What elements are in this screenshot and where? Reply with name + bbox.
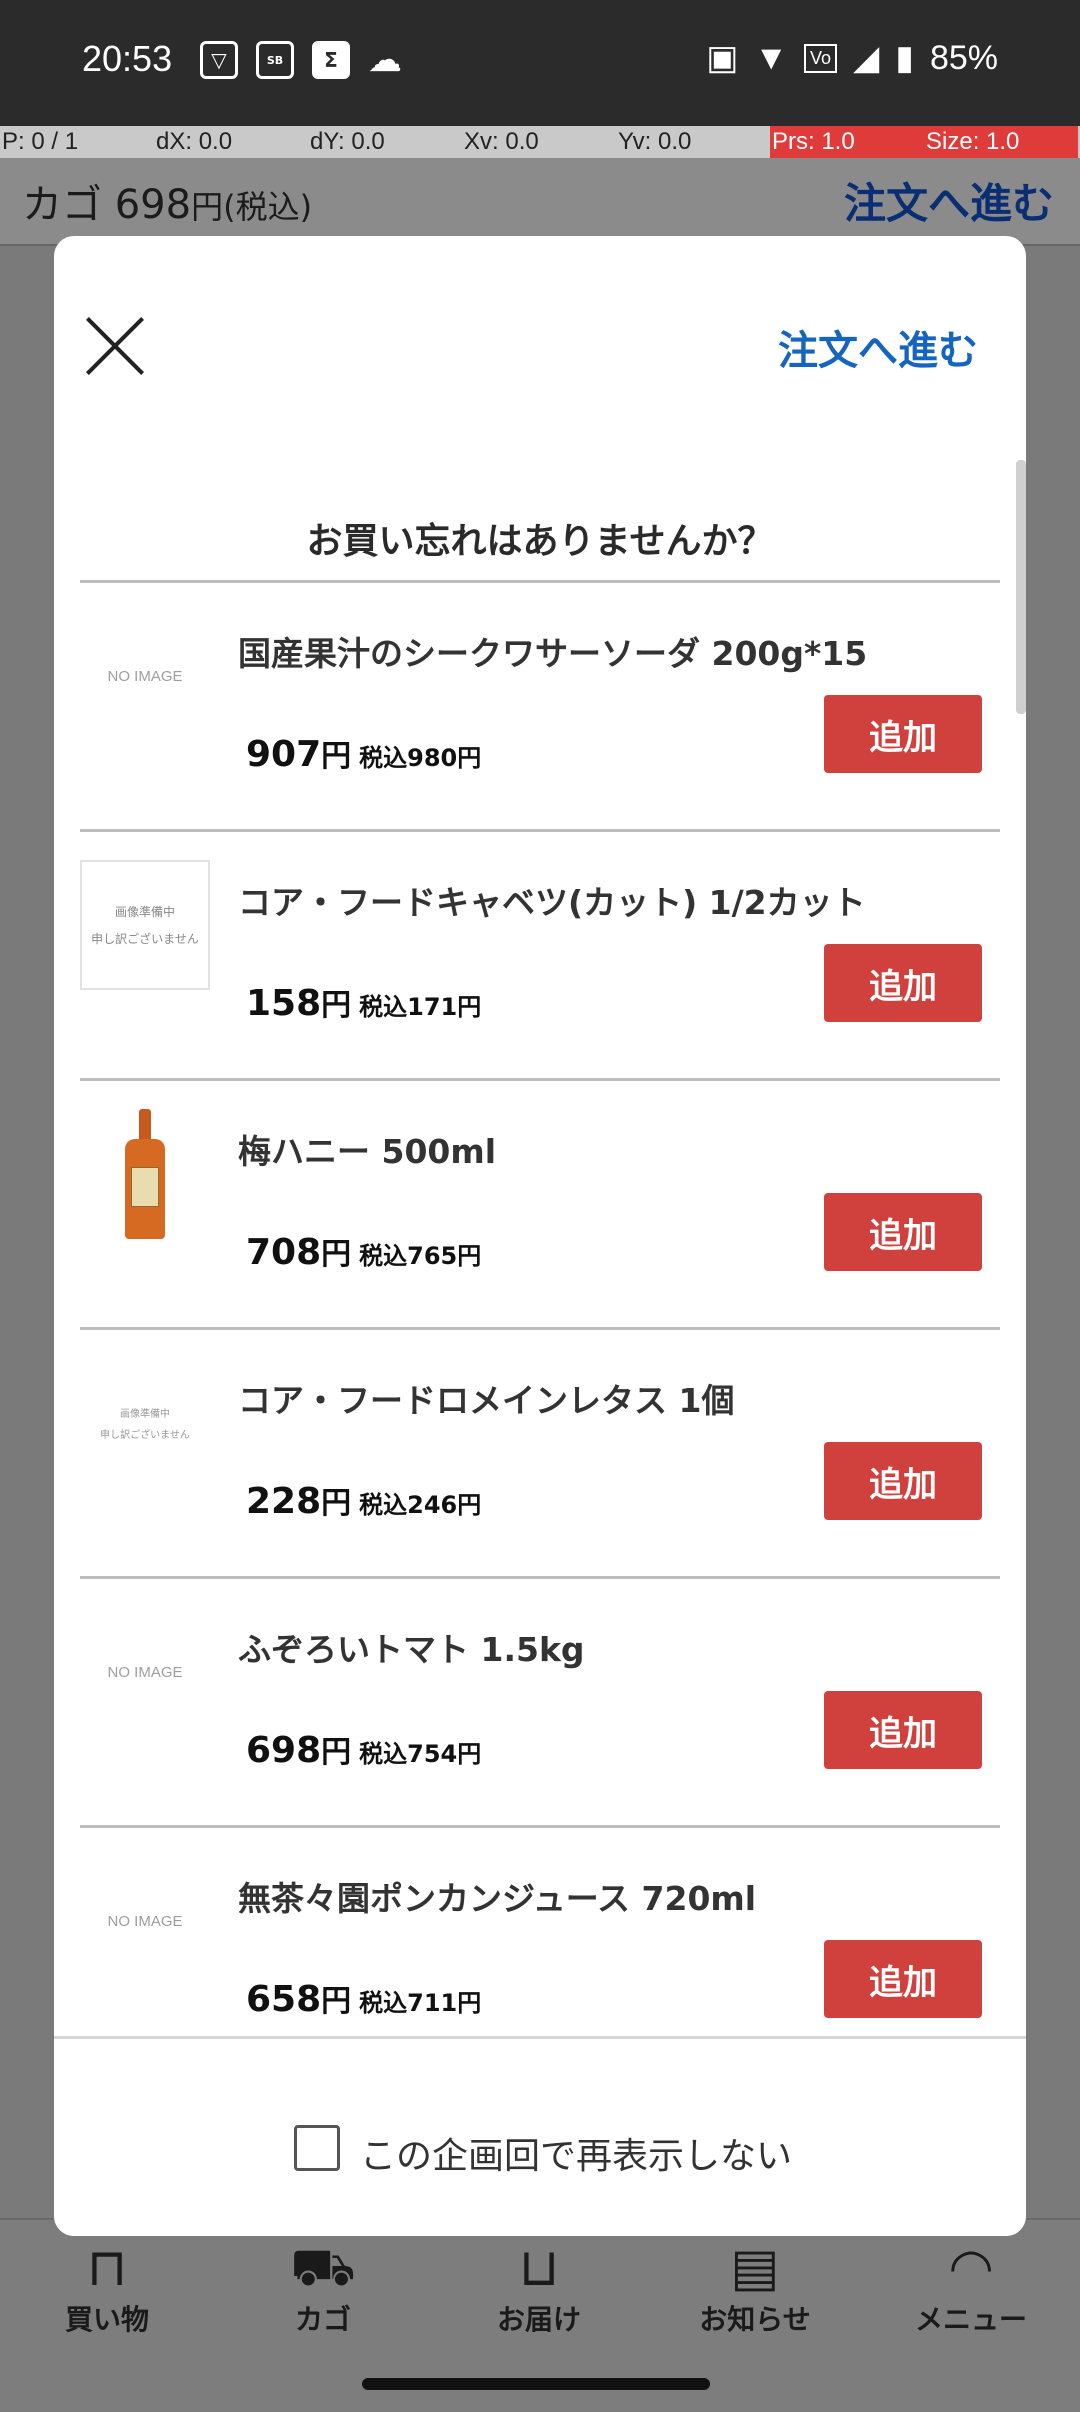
ptr-dy: dY: 0.0: [310, 128, 385, 155]
forgotten-items-dialog: 注文へ進む お買い忘れはありませんか？ NO IMAGE 国産果汁のシークワサー…: [54, 236, 1026, 2236]
signal-icon: ◢: [853, 39, 880, 77]
product-image: [80, 1109, 210, 1239]
product-name: ふぞろいトマト 1.5kg: [238, 1630, 585, 1669]
product-price: 698円 税込754円: [246, 1730, 482, 1771]
add-button[interactable]: 追加: [824, 1193, 982, 1271]
cloud-icon: ☁: [368, 40, 402, 80]
cart-summary-bar: カゴ 698円(税込) 注文へ進む: [0, 158, 1080, 246]
product-price: 658円 税込711円: [246, 1979, 482, 2020]
product-price: 158円 税込171円: [246, 983, 482, 1024]
product-price: 708円 税込765円: [246, 1232, 482, 1273]
list-item: 画像準備中 申し訳ございません コア・フードロメインレタス 1個 228円 税込2…: [80, 1330, 1000, 1579]
wifi-icon: ▼: [754, 38, 789, 77]
list-item: 画像準備中 申し訳ございません コア・フードキャベツ(カット) 1/2カット 1…: [80, 832, 1000, 1081]
sportsbull-icon: SB: [256, 41, 294, 79]
product-image: NO IMAGE: [107, 667, 183, 685]
ptr-yv: Yv: 0.0: [618, 128, 692, 155]
nav-cart[interactable]: ⛟ カゴ: [248, 2238, 398, 2338]
nav-notices[interactable]: ▤ お知らせ: [680, 2238, 830, 2338]
nav-menu[interactable]: ◠ メニュー: [896, 2238, 1046, 2338]
cart-total: カゴ 698円(税込): [22, 182, 313, 228]
product-price: 907円 税込980円: [246, 734, 482, 775]
add-button[interactable]: 追加: [824, 1691, 982, 1769]
product-image: NO IMAGE: [107, 1663, 183, 1681]
pointer-location-bar: P: 0 / 1 dX: 0.0 dY: 0.0 Xv: 0.0 Yv: 0.0…: [0, 126, 1080, 158]
product-name: 梅ハニー 500ml: [238, 1132, 497, 1171]
suggested-items-list: NO IMAGE 国産果汁のシークワサーソーダ 200g*15 907円 税込98…: [80, 583, 1000, 2077]
shopping-bag-icon: ⊓: [86, 2238, 128, 2298]
product-name: 無茶々園ポンカンジュース 720ml: [238, 1879, 757, 1918]
dont-show-again-checkbox[interactable]: [294, 2125, 340, 2171]
add-button[interactable]: 追加: [824, 695, 982, 773]
product-name: コア・フードキャベツ(カット) 1/2カット: [238, 883, 866, 922]
dont-show-again-label[interactable]: この企画回で再表示しない: [360, 2127, 792, 2179]
list-item: NO IMAGE ふぞろいトマト 1.5kg 698円 税込754円 追加: [80, 1579, 1000, 1828]
cart-icon: ⛟: [290, 2238, 356, 2298]
clock: 20:53: [82, 38, 173, 79]
list-item: 梅ハニー 500ml 708円 税込765円 追加: [80, 1081, 1000, 1330]
dialog-header: 注文へ進む: [54, 236, 1026, 456]
box-icon: ⊔: [518, 2238, 560, 2298]
document-icon: ▤: [730, 2238, 780, 2298]
product-image: 画像準備中 申し訳ございません: [80, 860, 210, 990]
close-icon[interactable]: [84, 316, 146, 378]
bottle-image: [125, 1109, 165, 1239]
ptr-size: Size: 1.0: [924, 126, 1078, 158]
home-indicator[interactable]: [362, 2378, 710, 2390]
product-image: NO IMAGE: [107, 1912, 183, 1930]
list-item: NO IMAGE 国産果汁のシークワサーソーダ 200g*15 907円 税込98…: [80, 583, 1000, 832]
battery-percent: 85%: [929, 38, 998, 77]
ptr-count: P: 0 / 1: [2, 128, 79, 155]
user-icon: ◠: [948, 2238, 994, 2298]
nav-shopping[interactable]: ⊓ 買い物: [32, 2238, 182, 2338]
vpn-icon: ▽: [200, 41, 238, 79]
dialog-title: お買い忘れはありませんか？: [306, 521, 774, 562]
product-name: コア・フードロメインレタス 1個: [238, 1381, 735, 1420]
product-image: 画像準備中 申し訳ございません: [100, 1409, 190, 1441]
dialog-footer: この企画回で再表示しない: [54, 2036, 1026, 2236]
notification-icons: ▽ SB Σ ☁: [200, 40, 402, 80]
product-name: 国産果汁のシークワサーソーダ 200g*15: [238, 634, 868, 673]
ptr-xv: Xv: 0.0: [464, 128, 539, 155]
status-bar: 20:53 ▽ SB Σ ☁ ▣ ▼ Vo ◢ ▮ 85%: [0, 0, 1080, 126]
nav-delivery[interactable]: ⊔ お届け: [464, 2238, 614, 2338]
product-price: 228円 税込246円: [246, 1481, 482, 1522]
add-button[interactable]: 追加: [824, 944, 982, 1022]
sigma-icon: Σ: [312, 41, 350, 79]
system-icons: ▣ ▼ Vo ◢ ▮ 85%: [706, 38, 998, 78]
scrollbar-thumb[interactable]: [1016, 460, 1026, 714]
bg-go-order-link[interactable]: 注文へ進む: [844, 170, 1054, 231]
add-button[interactable]: 追加: [824, 1940, 982, 2018]
ptr-dx: dX: 0.0: [156, 128, 233, 155]
nfc-icon: ▣: [706, 39, 739, 77]
add-button[interactable]: 追加: [824, 1442, 982, 1520]
go-order-link[interactable]: 注文へ進む: [778, 318, 978, 376]
volte-icon: Vo: [804, 43, 838, 73]
ptr-pressure: Prs: 1.0: [770, 126, 924, 158]
battery-icon: ▮: [895, 39, 914, 77]
